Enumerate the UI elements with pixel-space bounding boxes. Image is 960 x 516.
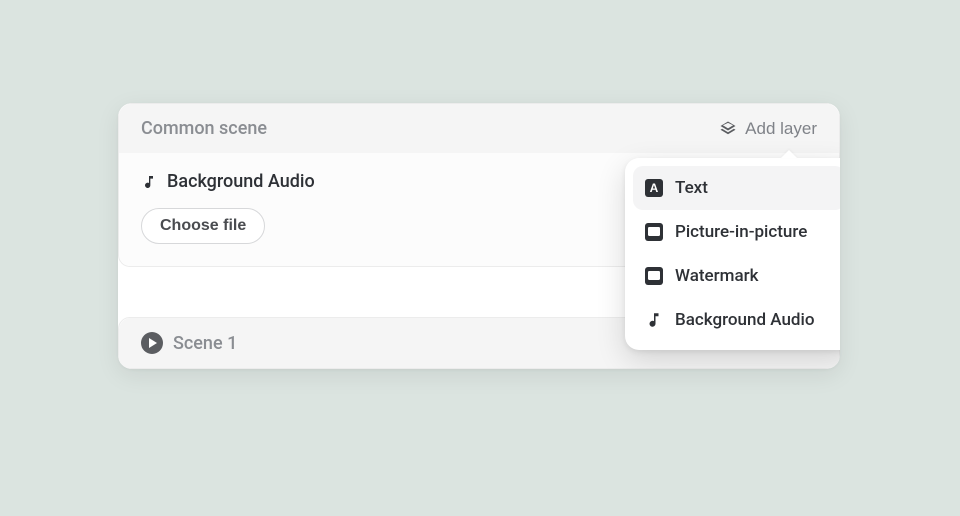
choose-file-button[interactable]: Choose file — [141, 208, 265, 244]
pip-icon — [645, 223, 663, 241]
watermark-icon — [645, 267, 663, 285]
text-icon: A — [645, 179, 663, 197]
common-scene-header: Common scene Add layer A Text — [119, 104, 839, 153]
dropdown-item-text[interactable]: A Text — [633, 166, 840, 210]
scenes-panel: Common scene Add layer A Text — [118, 103, 840, 369]
add-layer-label: Add layer — [745, 119, 817, 139]
dropdown-item-label: Picture-in-picture — [675, 222, 807, 242]
dropdown-item-bg-audio[interactable]: Background Audio — [633, 298, 840, 342]
add-layer-button[interactable]: Add layer — [719, 119, 817, 139]
layer-label: Background Audio — [167, 171, 315, 192]
layers-icon — [719, 120, 737, 138]
add-layer-dropdown: A Text Picture-in-picture Watermark — [625, 158, 840, 350]
choose-file-label: Choose file — [160, 217, 246, 235]
dropdown-item-label: Text — [675, 178, 708, 198]
music-note-icon — [141, 174, 157, 190]
dropdown-item-pip[interactable]: Picture-in-picture — [633, 210, 840, 254]
common-scene-title: Common scene — [141, 118, 267, 139]
music-note-icon — [645, 311, 663, 329]
dropdown-item-label: Background Audio — [675, 310, 814, 330]
scene-1-title-row: Scene 1 — [141, 332, 237, 354]
scene-1-title: Scene 1 — [173, 333, 237, 354]
svg-text:A: A — [650, 181, 659, 195]
dropdown-item-label: Watermark — [675, 266, 758, 286]
play-icon[interactable] — [141, 332, 163, 354]
dropdown-item-watermark[interactable]: Watermark — [633, 254, 840, 298]
common-scene-card: Common scene Add layer A Text — [118, 103, 840, 267]
